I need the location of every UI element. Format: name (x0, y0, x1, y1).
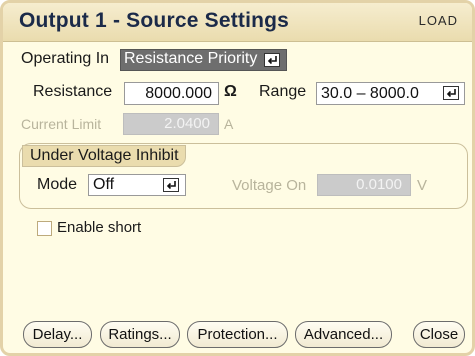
delay-button[interactable]: Delay... (23, 321, 92, 348)
load-tag: LOAD (419, 13, 458, 28)
uvi-mode-label: Mode (37, 176, 78, 193)
enter-icon (264, 53, 280, 67)
voltage-on-label: Voltage On (232, 177, 307, 194)
operating-mode-select[interactable]: Resistance Priority (120, 49, 287, 71)
advanced-button[interactable]: Advanced... (295, 321, 392, 348)
uvi-mode-value: Off (93, 176, 115, 193)
ohm-unit: Ω (224, 83, 237, 100)
current-limit-unit: A (224, 116, 234, 132)
current-limit-label: Current Limit (21, 116, 102, 132)
resistance-input[interactable]: 8000.000 (124, 82, 219, 105)
range-label: Range (259, 83, 307, 100)
title-bar: Output 1 - Source Settings LOAD (3, 3, 472, 42)
uvi-mode-select[interactable]: Off (88, 174, 186, 196)
protection-button[interactable]: Protection... (187, 321, 288, 348)
range-value: 30.0 – 8000.0 (321, 85, 419, 102)
uvi-group-title: Under Voltage Inhibit (22, 145, 186, 167)
current-limit-input: 2.0400 (123, 113, 219, 135)
resistance-label: Resistance (33, 83, 113, 100)
operating-label: Operating In (21, 50, 110, 67)
enable-short-checkbox[interactable] (37, 221, 52, 236)
operating-mode-value: Resistance Priority (124, 50, 258, 67)
ratings-button[interactable]: Ratings... (100, 321, 180, 348)
source-settings-window: Output 1 - Source Settings LOAD Operatin… (0, 0, 475, 356)
voltage-on-input: 0.0100 (317, 174, 411, 196)
enter-icon (443, 86, 459, 100)
voltage-on-unit: V (417, 177, 428, 194)
load-tag-text: LOAD (418, 13, 458, 28)
range-select[interactable]: 30.0 – 8000.0 (316, 82, 465, 105)
window-title: Output 1 - Source Settings (19, 9, 290, 32)
close-button[interactable]: Close (413, 321, 465, 348)
enable-short-label: Enable short (57, 219, 142, 236)
enter-icon (163, 178, 179, 192)
